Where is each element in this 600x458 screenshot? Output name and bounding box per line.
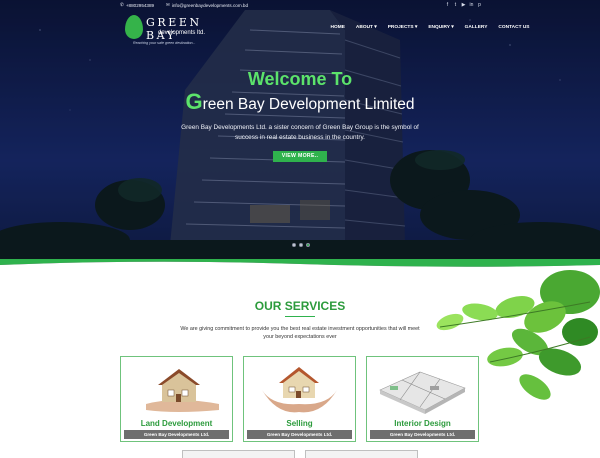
main-nav: HOME ABOUT ▾ PROJECTS ▾ ENQUIRY ▾ GALLER…	[325, 25, 535, 30]
hero-company-rest: reen Bay Development Limited	[202, 96, 415, 113]
nav-about[interactable]: ABOUT ▾	[350, 25, 382, 30]
leaf-logo-icon	[125, 15, 143, 39]
service-title: Land Development	[140, 419, 213, 428]
email-contact[interactable]: ✉ info@greenbaydevelopments.com.bd	[166, 2, 248, 8]
facebook-icon[interactable]: f	[445, 2, 450, 8]
page: ✆ +8802954389 ✉ info@greenbaydevelopment…	[0, 0, 600, 458]
services-intro: We are giving commitment to provide you …	[180, 326, 420, 340]
pinterest-icon[interactable]: p	[477, 2, 482, 8]
slider-dots	[292, 243, 310, 247]
hero-company-initial: G	[185, 89, 203, 114]
service-title: Interior Design	[394, 419, 451, 428]
hero-company-name: Green Bay Development Limited	[0, 89, 600, 115]
email-address[interactable]: info@greenbaydevelopments.com.bd	[172, 3, 248, 8]
logo-tagline: Reaching your safe green destination...	[133, 41, 196, 45]
land-development-image	[124, 360, 229, 418]
nav-contact[interactable]: CONTACT US	[493, 25, 535, 30]
view-more-button[interactable]: VIEW MORE..	[273, 151, 327, 162]
email-icon: ✉	[166, 2, 170, 7]
logo-brand: GREEN BAY	[146, 16, 202, 42]
nav-gallery[interactable]: GALLERY	[459, 25, 493, 30]
nav-home[interactable]: HOME	[325, 25, 350, 30]
twitter-icon[interactable]: t	[453, 2, 458, 8]
service-card-selling[interactable]: Selling Green Bay Developments Ltd.	[243, 356, 356, 442]
slider-dot-active[interactable]	[306, 243, 310, 247]
services-title: OUR SERVICES	[254, 299, 346, 313]
top-bar: ✆ +8802954389 ✉ info@greenbaydevelopment…	[0, 0, 600, 12]
nav-enquiry[interactable]: ENQUIRY ▾	[423, 25, 459, 30]
next-card-fragment	[182, 450, 295, 458]
services-title-underline	[285, 316, 315, 317]
service-company-bar: Green Bay Developments Ltd.	[247, 430, 352, 439]
nav-projects[interactable]: PROJECTS ▾	[382, 25, 423, 30]
hero-welcome: Welcome To	[247, 69, 353, 89]
service-company-bar: Green Bay Developments Ltd.	[370, 430, 475, 439]
hero-slider: ✆ +8802954389 ✉ info@greenbaydevelopment…	[0, 0, 600, 268]
slider-dot[interactable]	[292, 243, 296, 247]
service-card-land-development[interactable]: Land Development Green Bay Developments …	[120, 356, 233, 442]
next-card-fragment	[305, 450, 418, 458]
service-title: Selling	[286, 419, 313, 428]
phone-contact[interactable]: ✆ +8802954389	[120, 2, 154, 8]
linkedin-icon[interactable]: in	[469, 2, 474, 8]
slider-dot[interactable]	[299, 243, 303, 247]
interior-design-image	[370, 360, 475, 418]
phone-number[interactable]: +8802954389	[126, 3, 154, 8]
youtube-icon[interactable]: ▶	[461, 2, 466, 8]
logo-subtitle: developments ltd.	[158, 30, 206, 36]
site-logo[interactable]: GREEN BAY developments ltd. Reaching you…	[120, 13, 210, 55]
social-links: f t ▶ in p	[445, 2, 482, 8]
service-card-interior-design[interactable]: Interior Design Green Bay Developments L…	[366, 356, 479, 442]
service-company-bar: Green Bay Developments Ltd.	[124, 430, 229, 439]
phone-icon: ✆	[120, 2, 124, 7]
hero-intro-text: Green Bay Developments Ltd. a sister con…	[181, 124, 419, 141]
selling-image	[247, 360, 352, 418]
